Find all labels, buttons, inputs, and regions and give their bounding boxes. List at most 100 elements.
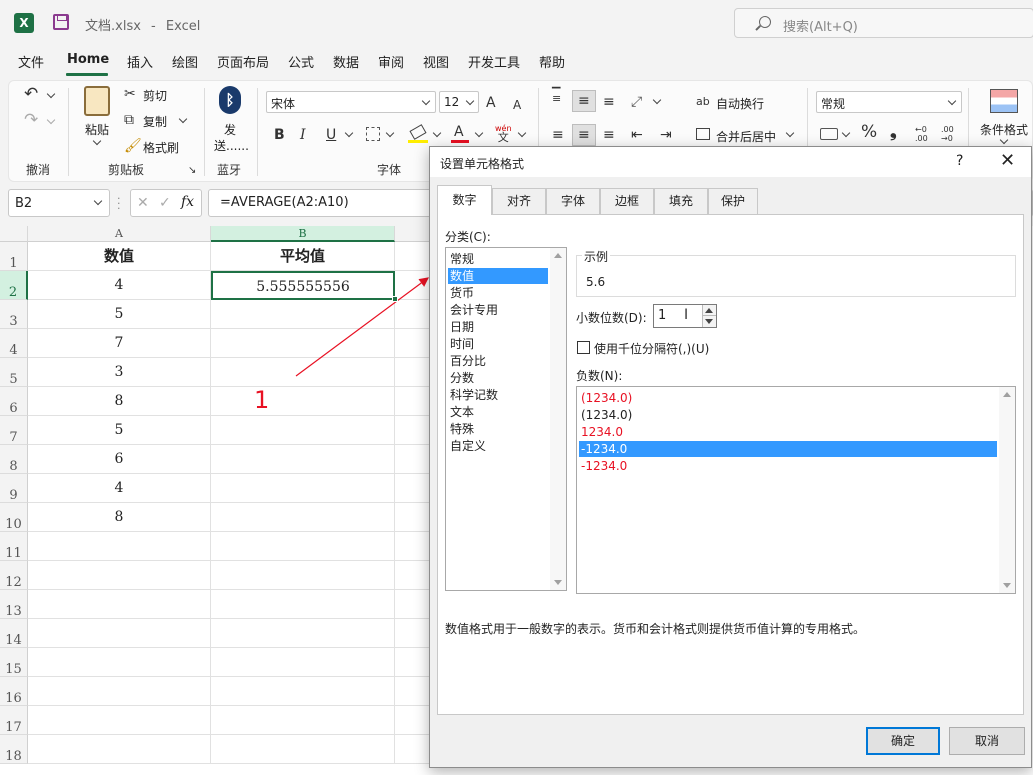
tab-alignment[interactable]: 对齐: [492, 188, 546, 214]
tab-draw[interactable]: 绘图: [172, 52, 198, 71]
decimals-increment[interactable]: [702, 305, 716, 316]
category-item[interactable]: 科学记数: [448, 387, 548, 403]
bluetooth-icon[interactable]: ᛒ: [219, 86, 241, 114]
negative-numbers-list[interactable]: (1234.0) (1234.0) 1234.0 -1234.0 -1234.0: [576, 386, 1016, 594]
column-header-a[interactable]: A: [28, 226, 211, 242]
cancel-button[interactable]: 取消: [949, 727, 1025, 755]
dialog-launcher-icon[interactable]: ↘: [188, 163, 196, 179]
negative-format-item[interactable]: -1234.0: [579, 441, 997, 457]
fill-handle[interactable]: [392, 296, 398, 302]
tab-page-layout[interactable]: 页面布局: [217, 52, 269, 71]
grow-font-icon[interactable]: A: [486, 95, 496, 111]
row-header[interactable]: 15: [0, 648, 28, 677]
cell-b9[interactable]: [211, 474, 395, 503]
negative-scrollbar[interactable]: [999, 387, 1015, 593]
category-list[interactable]: 常规 数值 货币 会计专用 日期 时间 百分比 分数 科学记数 文本 特殊 自定义: [445, 247, 567, 591]
tab-file[interactable]: 文件: [18, 52, 44, 71]
undo-icon[interactable]: ↶: [24, 86, 38, 103]
tab-help[interactable]: 帮助: [539, 52, 565, 71]
italic-button[interactable]: I: [300, 127, 306, 143]
cell-a4[interactable]: 7: [28, 329, 211, 358]
row-header[interactable]: 13: [0, 590, 28, 619]
cell-b5[interactable]: [211, 358, 395, 387]
cell-a15[interactable]: [28, 648, 211, 677]
negative-format-item[interactable]: -1234.0: [579, 458, 997, 474]
copy-button[interactable]: 复制: [143, 113, 167, 130]
align-middle-button[interactable]: ≡: [572, 90, 596, 112]
negative-format-item[interactable]: (1234.0): [579, 390, 997, 406]
tab-font[interactable]: 字体: [546, 188, 600, 214]
cell-a2[interactable]: 4: [28, 271, 211, 300]
category-item[interactable]: 自定义: [448, 438, 548, 454]
ok-button[interactable]: 确定: [866, 727, 940, 755]
decimals-spinner[interactable]: 1 Ι: [653, 304, 717, 328]
category-item[interactable]: 特殊: [448, 421, 548, 437]
cell-b11[interactable]: [211, 532, 395, 561]
row-header[interactable]: 4: [0, 329, 28, 358]
font-name-select[interactable]: 宋体: [266, 91, 436, 113]
scroll-up-icon[interactable]: [1003, 392, 1011, 397]
row-header[interactable]: 11: [0, 532, 28, 561]
tab-data[interactable]: 数据: [333, 52, 359, 71]
row-header[interactable]: 9: [0, 474, 28, 503]
align-top-icon[interactable]: ▔ ≡: [552, 88, 561, 104]
send-label-line2[interactable]: 送......: [214, 137, 249, 154]
cell-a9[interactable]: 4: [28, 474, 211, 503]
increase-decimal-button[interactable]: ←0 .00: [915, 125, 928, 143]
font-color-icon[interactable]: A: [454, 124, 464, 140]
paste-icon[interactable]: [84, 86, 110, 116]
cell-a12[interactable]: [28, 561, 211, 590]
cell-a16[interactable]: [28, 677, 211, 706]
format-painter-button[interactable]: 格式刷: [143, 139, 179, 156]
cell-b12[interactable]: [211, 561, 395, 590]
cell-a18[interactable]: [28, 735, 211, 764]
cut-button[interactable]: 剪切: [143, 87, 167, 104]
tab-protection[interactable]: 保护: [708, 188, 758, 214]
percent-button[interactable]: %: [861, 124, 877, 141]
increase-indent-icon[interactable]: ⇥: [660, 127, 672, 143]
cell-a1[interactable]: 数值: [28, 242, 211, 271]
row-header[interactable]: 8: [0, 445, 28, 474]
cell-b8[interactable]: [211, 445, 395, 474]
cell-a11[interactable]: [28, 532, 211, 561]
row-header[interactable]: 1: [0, 242, 28, 271]
cancel-icon[interactable]: ✕: [137, 195, 149, 211]
tab-review[interactable]: 审阅: [378, 52, 404, 71]
accounting-format-icon[interactable]: [820, 128, 838, 140]
align-left-icon[interactable]: ≡: [552, 127, 564, 143]
orientation-icon[interactable]: ⤢: [631, 94, 642, 110]
cell-b4[interactable]: [211, 329, 395, 358]
name-box[interactable]: B2: [8, 189, 110, 217]
tab-formulas[interactable]: 公式: [288, 52, 314, 71]
cell-b6[interactable]: [211, 387, 395, 416]
row-header[interactable]: 16: [0, 677, 28, 706]
scroll-down-icon[interactable]: [1003, 583, 1011, 588]
category-item[interactable]: 货币: [448, 285, 548, 301]
help-icon[interactable]: ?: [956, 153, 963, 169]
merge-center-button[interactable]: 合并后居中: [716, 128, 776, 145]
negative-format-item[interactable]: (1234.0): [579, 407, 997, 423]
shrink-font-icon[interactable]: A: [513, 97, 521, 113]
align-center-button[interactable]: ≡: [572, 124, 596, 146]
row-header[interactable]: 12: [0, 561, 28, 590]
row-header[interactable]: 6: [0, 387, 28, 416]
cell-b18[interactable]: [211, 735, 395, 764]
row-header[interactable]: 14: [0, 619, 28, 648]
cell-a7[interactable]: 5: [28, 416, 211, 445]
tab-view[interactable]: 视图: [423, 52, 449, 71]
redo-icon[interactable]: ↷: [24, 112, 38, 129]
cell-b7[interactable]: [211, 416, 395, 445]
cell-b1[interactable]: 平均值: [211, 242, 395, 271]
category-item[interactable]: 日期: [448, 319, 548, 335]
phonetic-icon[interactable]: wén 文: [495, 124, 512, 143]
align-bottom-icon[interactable]: ≡: [603, 94, 615, 110]
paste-button[interactable]: 粘贴: [85, 121, 109, 138]
cell-b2[interactable]: 5.555555556: [211, 271, 395, 300]
category-item[interactable]: 文本: [448, 404, 548, 420]
align-right-icon[interactable]: ≡: [603, 127, 615, 143]
cell-a10[interactable]: 8: [28, 503, 211, 532]
category-item[interactable]: 常规: [448, 251, 548, 267]
row-header[interactable]: 3: [0, 300, 28, 329]
cell-b15[interactable]: [211, 648, 395, 677]
row-header[interactable]: 2: [0, 271, 28, 300]
